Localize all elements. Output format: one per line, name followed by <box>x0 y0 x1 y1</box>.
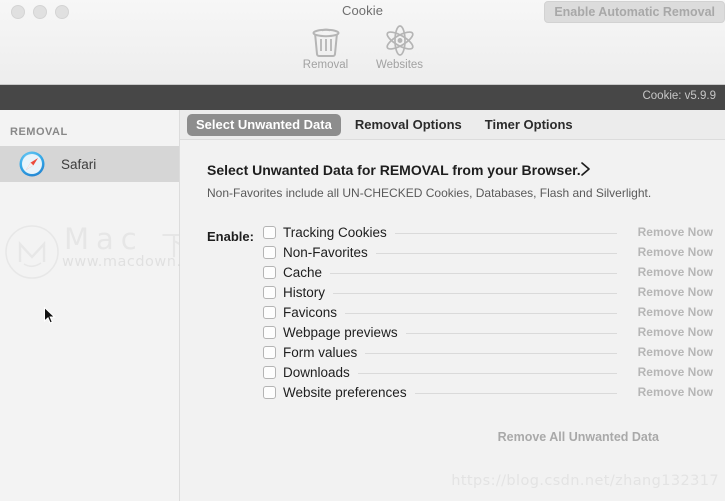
list-item: Favicons Remove Now <box>263 302 713 322</box>
remove-now-button[interactable]: Remove Now <box>627 265 713 279</box>
sidebar: REMOVAL Safari <box>0 110 180 501</box>
list-item: Non-Favorites Remove Now <box>263 242 713 262</box>
checkbox-tracking-cookies[interactable] <box>263 225 276 239</box>
chevron-right-icon[interactable] <box>579 161 592 182</box>
list-item: Cache Remove Now <box>263 262 713 282</box>
list-item: Form values Remove Now <box>263 342 713 362</box>
option-label: Website preferences <box>283 384 407 400</box>
remove-now-button[interactable]: Remove Now <box>627 325 713 339</box>
enable-label: Enable: <box>207 229 254 244</box>
leader-line <box>405 332 617 334</box>
remove-now-button[interactable]: Remove Now <box>627 345 713 359</box>
leader-line <box>375 252 617 254</box>
leader-line <box>414 392 617 394</box>
toolbar-item-removal[interactable]: Removal <box>295 22 357 71</box>
remove-all-unwanted-data-button[interactable]: Remove All Unwanted Data <box>498 430 659 444</box>
toolbar-item-removal-label: Removal <box>302 59 349 71</box>
version-band: Cookie: v5.9.9 <box>0 85 725 110</box>
option-label: Webpage previews <box>283 324 398 340</box>
leader-line <box>394 232 617 234</box>
enable-automatic-removal-button[interactable]: Enable Automatic Removal <box>544 1 725 23</box>
sidebar-item-safari-label: Safari <box>61 156 97 172</box>
option-label: Form values <box>283 344 358 360</box>
option-label: Tracking Cookies <box>283 224 387 240</box>
checkbox-history[interactable] <box>263 285 276 299</box>
checkbox-form-values[interactable] <box>263 345 276 359</box>
remove-now-button[interactable]: Remove Now <box>627 385 713 399</box>
leader-line <box>357 372 617 374</box>
safari-icon <box>19 151 45 177</box>
toolbar: Removal Websites <box>0 22 725 71</box>
toolbar-item-websites-label: Websites <box>375 59 424 71</box>
toolbar-item-websites[interactable]: Websites <box>369 22 431 71</box>
list-item: Webpage previews Remove Now <box>263 322 713 342</box>
checkbox-webpage-previews[interactable] <box>263 325 276 339</box>
app-window: Cookie Removal Websites Enable Automatic… <box>0 0 725 501</box>
remove-now-button[interactable]: Remove Now <box>627 365 713 379</box>
unwanted-data-list: Tracking Cookies Remove Now Non-Favorite… <box>263 222 713 402</box>
main-panel: Select Unwanted Data Removal Options Tim… <box>180 110 725 501</box>
option-label: Non-Favorites <box>283 244 368 260</box>
checkbox-website-preferences[interactable] <box>263 385 276 399</box>
list-item: Downloads Remove Now <box>263 362 713 382</box>
checkbox-non-favorites[interactable] <box>263 245 276 259</box>
option-label: Cache <box>283 264 323 280</box>
remove-now-button[interactable]: Remove Now <box>627 245 713 259</box>
remove-now-button[interactable]: Remove Now <box>627 285 713 299</box>
leader-line <box>365 352 617 354</box>
trash-icon <box>311 22 341 58</box>
tab-select-unwanted-data[interactable]: Select Unwanted Data <box>187 113 341 136</box>
list-item: Website preferences Remove Now <box>263 382 713 402</box>
checkbox-favicons[interactable] <box>263 305 276 319</box>
option-label: History <box>283 284 326 300</box>
leader-line <box>333 292 617 294</box>
titlebar: Cookie Removal Websites Enable Automatic… <box>0 0 725 85</box>
sidebar-item-safari[interactable]: Safari <box>0 146 179 182</box>
checkbox-cache[interactable] <box>263 265 276 279</box>
leader-line <box>345 312 617 314</box>
panel-title: Select Unwanted Data for REMOVAL from yo… <box>207 162 581 178</box>
panel-subtitle: Non-Favorites include all UN-CHECKED Coo… <box>207 186 652 200</box>
option-label: Favicons <box>283 304 338 320</box>
mouse-cursor <box>44 306 56 325</box>
option-label: Downloads <box>283 364 350 380</box>
list-item: Tracking Cookies Remove Now <box>263 222 713 242</box>
tab-removal-options[interactable]: Removal Options <box>346 114 471 136</box>
sidebar-header: REMOVAL <box>10 126 68 138</box>
checkbox-downloads[interactable] <box>263 365 276 379</box>
list-item: History Remove Now <box>263 282 713 302</box>
tab-bar: Select Unwanted Data Removal Options Tim… <box>180 110 725 140</box>
leader-line <box>330 272 617 274</box>
remove-now-button[interactable]: Remove Now <box>627 225 713 239</box>
atom-icon <box>383 22 417 58</box>
remove-now-button[interactable]: Remove Now <box>627 305 713 319</box>
tab-timer-options[interactable]: Timer Options <box>476 114 582 136</box>
version-text: Cookie: v5.9.9 <box>642 90 716 102</box>
